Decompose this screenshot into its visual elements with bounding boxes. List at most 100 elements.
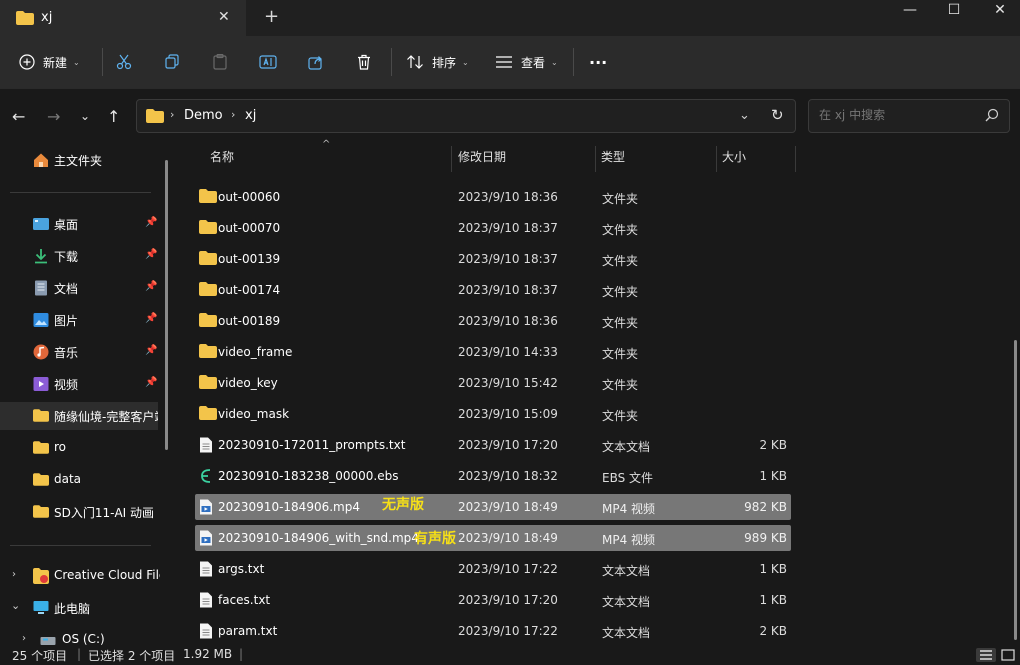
sort-button[interactable]: 排序 ⌄: [406, 50, 469, 74]
sidebar-scrollbar[interactable]: [165, 160, 168, 450]
minimize-button[interactable]: —: [895, 2, 925, 18]
file-list-scrollbar[interactable]: [1014, 340, 1017, 640]
download-icon: [33, 248, 49, 264]
file-row[interactable]: 20230910-183238_00000.ebs 2023/9/10 18:32…: [195, 463, 791, 489]
desktop-icon: [33, 216, 49, 232]
column-divider[interactable]: [795, 146, 796, 172]
new-button[interactable]: 新建 ⌄: [19, 50, 80, 74]
file-row[interactable]: param.txt 2023/9/10 17:22 文本文档 2 KB: [195, 618, 791, 644]
forward-button[interactable]: →: [47, 107, 60, 126]
status-divider: |: [239, 647, 244, 661]
file-date: 2023/9/10 18:37: [458, 252, 558, 266]
home-icon: [33, 152, 49, 168]
up-button[interactable]: ↑: [107, 107, 120, 126]
rename-icon: [259, 54, 277, 70]
recent-locations-button[interactable]: ⌄: [80, 109, 90, 123]
file-row[interactable]: 20230910-184906.mp4 2023/9/10 18:49 MP4 视频…: [195, 494, 791, 520]
sidebar-divider: [10, 545, 151, 546]
column-header-type[interactable]: 类型: [601, 148, 625, 165]
paste-button[interactable]: [212, 50, 228, 74]
file-row[interactable]: out-00070 2023/9/10 18:37 文件夹: [195, 215, 791, 241]
close-window-button[interactable]: ✕: [985, 2, 1015, 18]
sidebar-item-downloads[interactable]: 下载 📌: [0, 242, 160, 270]
file-name: 20230910-184906_with_snd.mp4: [218, 531, 419, 545]
address-bar[interactable]: › Demo › xj ⌄ ↻: [136, 99, 796, 133]
sidebar-documents-label: 文档: [54, 282, 79, 296]
file-row[interactable]: out-00189 2023/9/10 18:36 文件夹: [195, 308, 791, 334]
sidebar-item-home[interactable]: 主文件夹: [0, 146, 160, 174]
tab-close-button[interactable]: ✕: [218, 9, 230, 25]
sidebar-item-desktop[interactable]: 桌面 📌: [0, 210, 160, 238]
sidebar-item-folder[interactable]: data: [0, 466, 160, 494]
sidebar-item-creative-cloud[interactable]: › Creative Cloud Files: [0, 562, 160, 590]
file-name: out-00070: [218, 221, 281, 235]
breadcrumb-xj[interactable]: xj: [245, 108, 256, 123]
file-name: faces.txt: [218, 593, 271, 607]
back-button[interactable]: ←: [12, 107, 25, 126]
breadcrumb-demo[interactable]: Demo: [184, 108, 223, 123]
details-view-button[interactable]: [976, 648, 996, 662]
copy-button[interactable]: [164, 50, 180, 74]
rename-button[interactable]: [259, 50, 277, 74]
document-icon: [33, 280, 49, 296]
folder-icon: [33, 441, 49, 457]
sidebar-item-pictures[interactable]: 图片 📌: [0, 306, 160, 334]
delete-button[interactable]: [356, 50, 372, 74]
search-box[interactable]: [808, 99, 1010, 133]
computer-icon: [33, 600, 49, 616]
address-dropdown-button[interactable]: ⌄: [739, 108, 750, 123]
file-size: 2 KB: [759, 438, 787, 452]
column-divider[interactable]: [716, 146, 717, 172]
share-icon: [308, 54, 324, 70]
tab-xj[interactable]: xj ✕: [0, 0, 246, 36]
ellipsis-icon: ···: [589, 52, 608, 72]
more-options-button[interactable]: ···: [589, 50, 607, 74]
share-button[interactable]: [308, 50, 324, 74]
file-date: 2023/9/10 18:49: [458, 500, 558, 514]
file-name: out-00174: [218, 283, 281, 297]
sidebar-item-videos[interactable]: 视频 📌: [0, 370, 160, 398]
file-row[interactable]: video_mask 2023/9/10 15:09 文件夹: [195, 401, 791, 427]
refresh-icon[interactable]: ↻: [771, 106, 784, 124]
sidebar-item-folder[interactable]: ro: [0, 434, 160, 462]
file-row[interactable]: out-00139 2023/9/10 18:37 文件夹: [195, 246, 791, 272]
column-header-size[interactable]: 大小: [722, 148, 746, 165]
file-date: 2023/9/10 18:36: [458, 190, 558, 204]
cut-button[interactable]: [116, 50, 132, 74]
search-input[interactable]: [817, 107, 981, 123]
chevron-right-icon[interactable]: ›: [12, 569, 16, 580]
sidebar-item-os-drive[interactable]: › OS (C:): [0, 626, 160, 648]
file-row[interactable]: video_key 2023/9/10 15:42 文件夹: [195, 370, 791, 396]
video-file-icon: [199, 499, 213, 518]
file-row[interactable]: 20230910-172011_prompts.txt 2023/9/10 17:…: [195, 432, 791, 458]
title-bar: xj ✕ + — ☐ ✕: [0, 0, 1020, 36]
text-file-icon: [199, 561, 213, 580]
file-row[interactable]: faces.txt 2023/9/10 17:20 文本文档 1 KB: [195, 587, 791, 613]
column-divider[interactable]: [595, 146, 596, 172]
file-row[interactable]: out-00060 2023/9/10 18:36 文件夹: [195, 184, 791, 210]
column-header-date[interactable]: 修改日期: [458, 148, 506, 165]
folder-icon: [199, 251, 217, 268]
toolbar-divider: [573, 48, 574, 76]
chevron-down-icon[interactable]: ⌄: [11, 599, 20, 612]
tiles-view-button[interactable]: [1000, 648, 1016, 662]
navigation-pane: 主文件夹 桌面 📌 下载 📌 文档 📌 图片 📌 音乐 📌 视频 📌 随缘仙境-…: [0, 144, 168, 648]
maximize-button[interactable]: ☐: [939, 2, 969, 18]
view-button[interactable]: 查看 ⌄: [495, 50, 558, 74]
column-divider[interactable]: [451, 146, 452, 172]
file-row[interactable]: video_frame 2023/9/10 14:33 文件夹: [195, 339, 791, 365]
sidebar-item-folder[interactable]: 随缘仙境-完整客户端: [0, 402, 158, 430]
sidebar-item-music[interactable]: 音乐 📌: [0, 338, 160, 366]
chevron-right-icon[interactable]: ›: [22, 633, 26, 644]
new-tab-button[interactable]: +: [264, 6, 279, 27]
sidebar-item-this-pc[interactable]: ⌄ 此电脑: [0, 594, 160, 622]
file-row[interactable]: out-00174 2023/9/10 18:37 文件夹: [195, 277, 791, 303]
sidebar-item-documents[interactable]: 文档 📌: [0, 274, 160, 302]
file-row[interactable]: args.txt 2023/9/10 17:22 文本文档 1 KB: [195, 556, 791, 582]
video-file-icon: [199, 530, 213, 549]
search-icon[interactable]: [985, 108, 999, 125]
file-row[interactable]: 20230910-184906_with_snd.mp4 2023/9/10 18…: [195, 525, 791, 551]
column-header-name[interactable]: 名称: [210, 148, 234, 165]
sidebar-item-folder[interactable]: SD入门11-AI 动画: [0, 498, 160, 526]
drive-icon: [40, 632, 56, 648]
